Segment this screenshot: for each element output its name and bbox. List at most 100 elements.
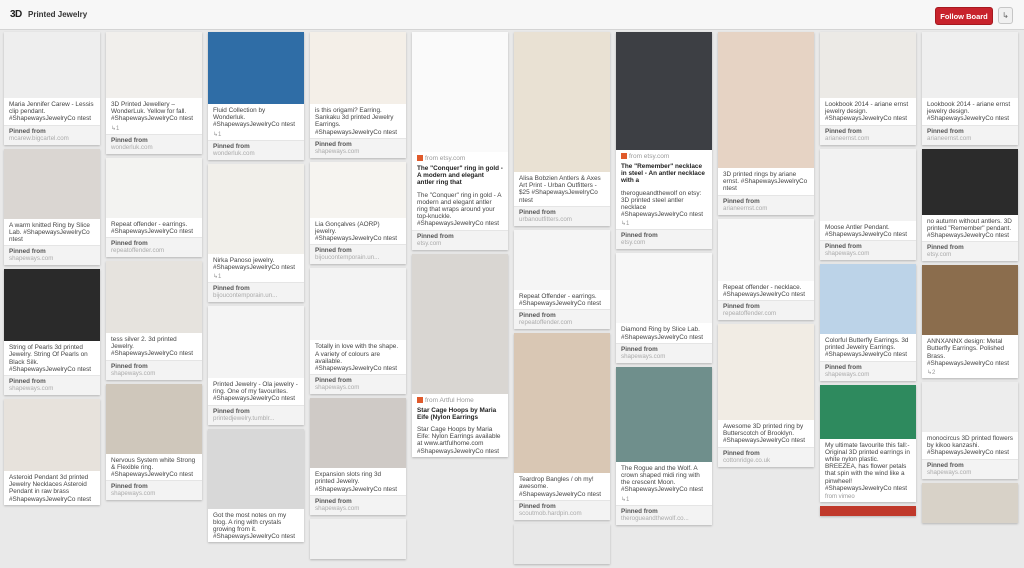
pinned-from-footer[interactable]: Pinned from etsy.com: [616, 229, 712, 250]
pin-image[interactable]: [820, 264, 916, 335]
pinned-from-source[interactable]: shapeways.com: [825, 371, 911, 378]
pin-card[interactable]: Lia Gonçalves (AORP) jewelry. #Shapeways…: [310, 161, 406, 265]
pinned-from-footer[interactable]: Pinned from repeatoffender.com: [718, 300, 814, 321]
pinned-from-source[interactable]: arianeernst.com: [927, 135, 1013, 142]
pin-card[interactable]: The Rogue and the Wolf. A crown shaped m…: [616, 366, 712, 525]
pin-image[interactable]: [106, 383, 202, 454]
pin-card[interactable]: Colorful Butterfly Earrings. 3d printed …: [820, 264, 916, 381]
pin-card[interactable]: Lookbook 2014 - ariane ernst jewelry des…: [922, 32, 1018, 145]
pinned-from-footer[interactable]: Pinned from shapeways.com: [4, 375, 100, 396]
pinned-from-source[interactable]: shapeways.com: [621, 353, 707, 360]
pin-image[interactable]: [922, 482, 1018, 523]
pinned-from-source[interactable]: shapeways.com: [9, 385, 95, 392]
pinned-from-source[interactable]: bijoucontemporain.un...: [315, 254, 401, 261]
pin-card[interactable]: Printed Jewelry - Ola jewelry - ring. On…: [208, 306, 304, 425]
pinned-from-footer[interactable]: Pinned from scoutmob.hardpin.com: [514, 499, 610, 520]
pin-card[interactable]: Totally in love with the shape. A variet…: [310, 268, 406, 395]
pin-card[interactable]: [514, 523, 610, 564]
pinned-from-source[interactable]: mcarew.bigcartel.com: [9, 135, 95, 142]
pinned-from-source[interactable]: cottonridge.co.uk: [723, 457, 809, 464]
pin-image[interactable]: [106, 261, 202, 334]
pin-image[interactable]: [412, 32, 508, 152]
pin-image[interactable]: [616, 366, 712, 462]
pin-image[interactable]: [514, 32, 610, 172]
pin-image[interactable]: [208, 306, 304, 379]
pinned-from-source[interactable]: scoutmob.hardpin.com: [519, 510, 605, 517]
pin-card[interactable]: My ultimate favourite this fall:- Origin…: [820, 384, 916, 503]
pin-image[interactable]: [922, 382, 1018, 433]
pin-image[interactable]: [208, 428, 304, 509]
pin-image[interactable]: [310, 398, 406, 469]
pin-image[interactable]: [820, 384, 916, 439]
pin-card[interactable]: Repeat Offender - earrings. #ShapewaysJe…: [514, 229, 610, 330]
pinned-from-footer[interactable]: Pinned from shapeways.com: [106, 359, 202, 380]
pinned-from-footer[interactable]: Pinned from bijoucontemporain.un...: [310, 244, 406, 265]
pin-card[interactable]: Awesome 3D printed ring by Butterscotch …: [718, 324, 814, 467]
pin-image[interactable]: [718, 218, 814, 281]
pinned-from-footer[interactable]: Pinned from shapeways.com: [616, 342, 712, 363]
pinned-from-footer[interactable]: Pinned from shapeways.com: [310, 374, 406, 395]
pinned-from-source[interactable]: etsy.com: [417, 240, 503, 247]
pin-image[interactable]: [4, 148, 100, 219]
pinned-from-source[interactable]: bijoucontemporain.un...: [213, 292, 299, 299]
pin-card[interactable]: String of Pearls 3d printed Jewelry. Str…: [4, 269, 100, 396]
video-source[interactable]: from vimeo: [820, 494, 916, 502]
pinned-from-footer[interactable]: Pinned from urbanoutfitters.com: [514, 205, 610, 226]
pinned-from-source[interactable]: shapeways.com: [111, 490, 197, 497]
pinned-from-footer[interactable]: Pinned from arianeernst.com: [922, 124, 1018, 145]
pinned-from-source[interactable]: repeatoffender.com: [111, 247, 197, 254]
pin-card[interactable]: monocircus 3D printed flowers by kikoo k…: [922, 382, 1018, 479]
pinned-from-footer[interactable]: Pinned from etsy.com: [922, 241, 1018, 262]
pin-card[interactable]: [922, 482, 1018, 523]
pin-source-link[interactable]: from Artful Home: [412, 394, 508, 404]
pin-card[interactable]: [820, 506, 916, 517]
pin-source-link[interactable]: from etsy.com: [412, 152, 508, 162]
pin-image[interactable]: [922, 265, 1018, 336]
pinned-from-source[interactable]: shapeways.com: [9, 255, 95, 262]
pin-card[interactable]: Expansion slots ring 3d printed Jewelry.…: [310, 398, 406, 515]
pinned-from-footer[interactable]: Pinned from bijoucontemporain.un...: [208, 282, 304, 303]
pin-image[interactable]: [310, 161, 406, 218]
pin-image[interactable]: [820, 32, 916, 98]
pinned-from-source[interactable]: wonderluk.com: [213, 150, 299, 157]
pinned-from-source[interactable]: shapeways.com: [315, 384, 401, 391]
pin-image[interactable]: [514, 229, 610, 290]
pinned-from-footer[interactable]: Pinned from shapeways.com: [922, 458, 1018, 479]
pinned-from-source[interactable]: printedjewelry.tumblr...: [213, 415, 299, 422]
pinned-from-footer[interactable]: Pinned from repeatoffender.com: [514, 309, 610, 330]
pin-image[interactable]: [208, 32, 304, 104]
pinned-from-footer[interactable]: Pinned from shapeways.com: [310, 137, 406, 158]
pin-card[interactable]: ANNXANNX design: Metal Butterfly Earring…: [922, 265, 1018, 379]
pin-image[interactable]: [922, 148, 1018, 215]
pinned-from-footer[interactable]: Pinned from shapeways.com: [106, 480, 202, 501]
pin-image[interactable]: [922, 32, 1018, 98]
pinned-from-footer[interactable]: Pinned from wonderluk.com: [208, 139, 304, 160]
pin-card[interactable]: Teardrop Bangles / oh my! awesome. #Shap…: [514, 333, 610, 520]
pin-image[interactable]: [310, 268, 406, 341]
pinned-from-footer[interactable]: Pinned from cottonridge.co.uk: [718, 446, 814, 467]
pin-card[interactable]: [310, 518, 406, 559]
pin-card[interactable]: Fluid Collection by Wonderluk. #Shapeway…: [208, 32, 304, 160]
pinned-from-source[interactable]: shapeways.com: [315, 505, 401, 512]
pin-card[interactable]: from etsy.com The "Remember" necklace in …: [616, 32, 712, 250]
pinned-from-source[interactable]: shapeways.com: [111, 370, 197, 377]
pinned-from-source[interactable]: arianeernst.com: [825, 135, 911, 142]
pin-image[interactable]: [4, 399, 100, 472]
pin-card[interactable]: 3D Printed Jewellery – WonderLuk. Yellow…: [106, 32, 202, 154]
pinned-from-source[interactable]: repeatoffender.com: [519, 319, 605, 326]
pinned-from-footer[interactable]: Pinned from wonderluk.com: [106, 133, 202, 154]
follow-board-button[interactable]: Follow Board: [935, 7, 993, 25]
pinned-from-footer[interactable]: Pinned from shapeways.com: [310, 494, 406, 515]
shapeways-logo[interactable]: 3D: [10, 9, 22, 20]
pin-image[interactable]: [310, 32, 406, 104]
pin-image[interactable]: [718, 324, 814, 421]
pin-image[interactable]: [820, 506, 916, 517]
pin-card[interactable]: Maria Jennifer Carew - Lessis clip penda…: [4, 32, 100, 145]
pin-image[interactable]: [718, 32, 814, 168]
pin-image[interactable]: [412, 253, 508, 394]
pin-card[interactable]: Repeat offender - earrings. #ShapewaysJe…: [106, 157, 202, 258]
pin-image[interactable]: [616, 253, 712, 324]
pinned-from-footer[interactable]: Pinned from shapeways.com: [820, 360, 916, 381]
pin-card[interactable]: Nirka Panoso jewelry. #ShapewaysJewelryC…: [208, 163, 304, 303]
pinned-from-footer[interactable]: Pinned from arianeernst.com: [718, 194, 814, 215]
